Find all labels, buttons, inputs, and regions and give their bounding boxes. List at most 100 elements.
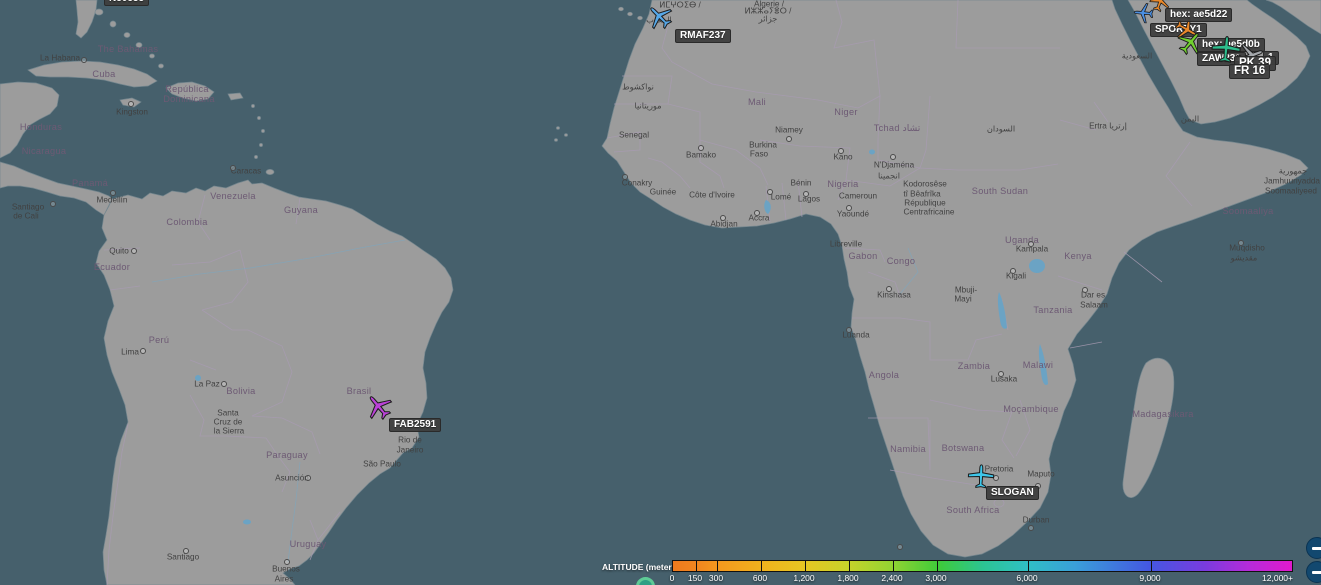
map-label: de Cali: [13, 211, 39, 221]
map-label: Brasil: [346, 386, 372, 397]
map-label: Guinée: [649, 187, 677, 197]
map-label: Janeiro: [396, 445, 424, 455]
city-marker: [284, 559, 290, 565]
map-label: Soomaaliya: [1222, 206, 1274, 217]
map-label: Kano: [833, 152, 853, 162]
minus-icon: [1312, 571, 1321, 574]
map-label: انجمينا: [877, 171, 901, 181]
city-marker: [131, 248, 137, 254]
map-label: جزائر: [758, 14, 778, 24]
city-marker: [897, 544, 903, 550]
map-label: Centrafricaine: [903, 207, 955, 217]
map-label: Tanzania: [1033, 305, 1073, 316]
map-label: Moçambique: [1003, 404, 1059, 415]
map-label: Colombia: [166, 217, 208, 228]
city-marker: [128, 101, 134, 107]
aircraft-label[interactable]: N80855: [104, 0, 150, 6]
map-label: Santiago: [166, 552, 200, 562]
map-label: Niger: [834, 107, 858, 118]
city-marker: [1028, 525, 1034, 531]
map-label: Muqdisho: [1229, 243, 1265, 253]
city-marker: [767, 189, 773, 195]
city-marker: [140, 348, 146, 354]
city-marker: [1010, 268, 1016, 274]
city-marker: [698, 145, 704, 151]
city-marker: [81, 57, 87, 63]
map-label: Lagos: [797, 194, 821, 204]
aircraft-label[interactable]: SLOGAN: [986, 486, 1039, 500]
aircraft-label[interactable]: RMAF237: [675, 29, 731, 43]
map-label: جمهورية: [1278, 166, 1308, 176]
map-label: Lomé: [770, 192, 792, 202]
city-marker: [50, 201, 56, 207]
city-marker: [1238, 240, 1244, 246]
map-label: Lusaka: [990, 374, 1018, 384]
map-label: Durban: [1022, 515, 1050, 525]
map-label: Mali: [747, 97, 767, 108]
map-label: Tchad تشاد: [873, 123, 921, 134]
city-marker: [846, 205, 852, 211]
map-label: Jamhuuriyadda: [1264, 176, 1320, 186]
map-label: South Sudan: [971, 186, 1029, 197]
map-label: Madagasikara: [1132, 409, 1194, 420]
map-label: Honduras: [19, 122, 63, 133]
map-label: Venezuela: [210, 191, 256, 202]
map-label: Libreville: [829, 239, 863, 249]
map-label: السودان: [986, 124, 1016, 134]
map-label: Aires: [274, 574, 294, 584]
map-label: Buenos: [272, 564, 300, 574]
flight-map-app: The Bahamas La Habana Cuba República Dominic…: [0, 0, 1321, 585]
city-marker: [622, 174, 628, 180]
map-label: Botswana: [941, 443, 985, 454]
map-label: Kampala: [1015, 244, 1049, 254]
map-label: Conakry: [621, 178, 653, 188]
city-marker: [838, 148, 844, 154]
map-label: South Africa: [946, 505, 1000, 516]
map-label: Cameroun: [838, 191, 878, 201]
city-marker: [886, 286, 892, 292]
zoom-button[interactable]: [1306, 537, 1321, 559]
map-label: Perú: [148, 335, 170, 346]
map-label: Bolivia: [226, 386, 256, 397]
aircraft-label[interactable]: hex: ae5d22: [1165, 8, 1233, 22]
minus-icon: [1312, 547, 1321, 550]
city-marker: [305, 475, 311, 481]
map-label: Faso: [749, 149, 769, 159]
map-label: Bamako: [685, 150, 717, 160]
map-label: Dominicana: [163, 94, 215, 105]
map-label: Cuba: [92, 69, 116, 80]
map-label: Senegal: [618, 130, 650, 140]
map-label: Ertra إرتريا: [1089, 121, 1127, 131]
zoom-button[interactable]: [1306, 561, 1321, 583]
map-label: نواكشوط: [622, 82, 654, 92]
city-marker: [720, 215, 726, 221]
map-label: Congo: [886, 256, 916, 267]
map-label: Uruguay: [289, 539, 327, 550]
map-label: Quito: [109, 246, 129, 256]
map-label: Yaoundé: [836, 209, 870, 219]
map-label: Luanda: [842, 330, 870, 340]
map-label: Kigali: [1005, 271, 1027, 281]
map-label: Gabon: [848, 251, 878, 262]
map-label: Bénin: [790, 178, 812, 188]
city-marker: [803, 191, 809, 197]
map-label: السعودية: [1121, 51, 1153, 61]
map-label: Accra: [748, 213, 770, 223]
map-label: Namibia: [890, 444, 926, 455]
map-label: Maputo: [1027, 469, 1055, 479]
city-marker: [1028, 241, 1034, 247]
map-label: N'Djaména: [873, 160, 915, 170]
map-label: Nicaragua: [21, 146, 67, 157]
map-label: Abidjan: [710, 219, 738, 229]
city-marker: [998, 371, 1004, 377]
city-marker: [221, 381, 227, 387]
map-label: La Habana: [39, 53, 81, 63]
aircraft-label[interactable]: FAB2591: [389, 418, 442, 432]
map-label: Rio de: [398, 435, 422, 445]
map-label: La Paz: [194, 379, 220, 389]
map-label: Asunción: [275, 473, 309, 483]
map-label: Nigeria: [827, 179, 859, 190]
aircraft-label[interactable]: FR 16: [1229, 64, 1271, 80]
map-label: Kodorosêse: [903, 179, 947, 189]
map-label: Zambia: [957, 361, 991, 372]
